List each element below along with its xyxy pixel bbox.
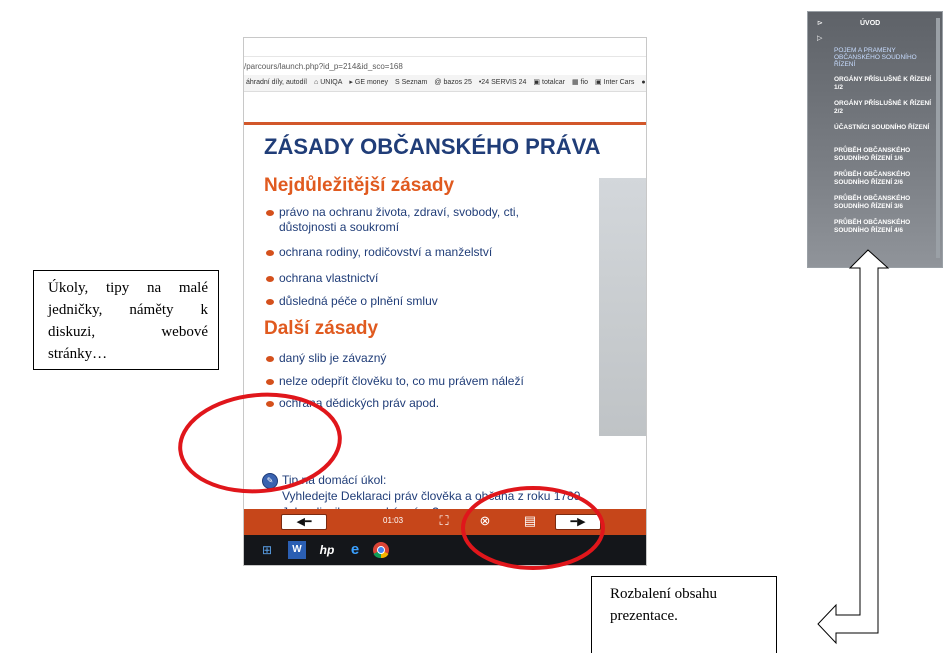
annotation-overlay <box>178 249 890 645</box>
highlight-ellipse-controls <box>461 486 605 570</box>
pointer-arrow <box>817 249 890 645</box>
highlight-ellipse-tip <box>178 392 342 494</box>
